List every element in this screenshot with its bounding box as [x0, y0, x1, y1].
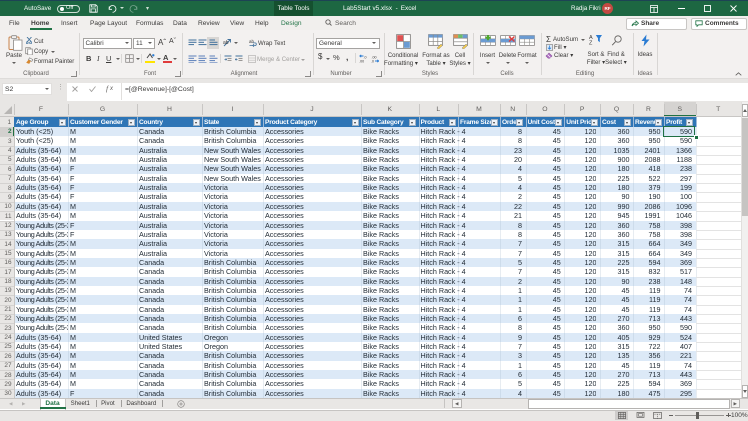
svg-text:.00: .00 [359, 60, 364, 63]
svg-text:Z: Z [589, 41, 593, 46]
svg-text:ab: ab [223, 40, 229, 46]
svg-text:.0: .0 [371, 60, 374, 63]
